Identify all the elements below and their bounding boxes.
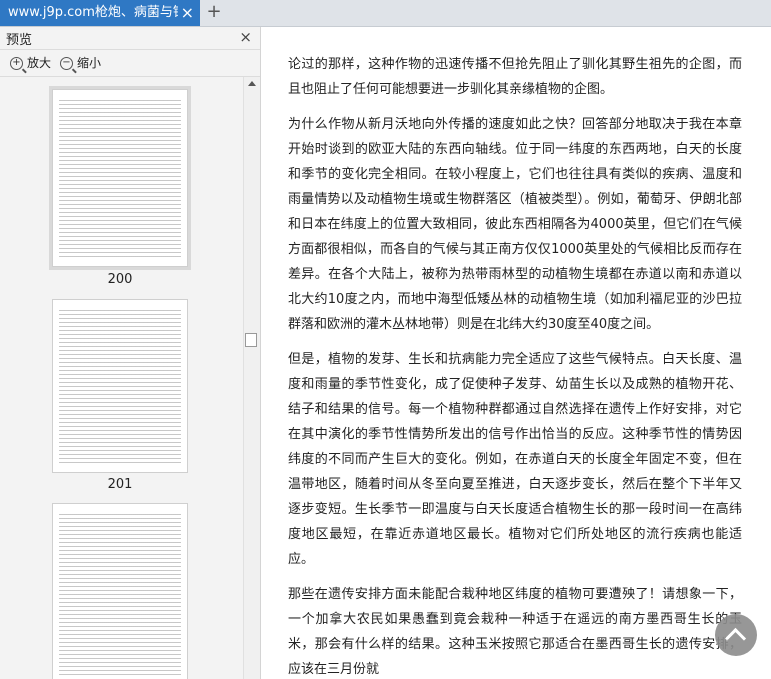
zoom-out-label: 缩小 [77, 56, 102, 70]
sidebar-close-button[interactable]: × [239, 28, 252, 46]
sidebar-header: 预览 × [0, 27, 260, 50]
new-tab-button[interactable]: + [205, 0, 223, 26]
paragraph: 为什么作物从新月沃地向外传播的速度如此之快？回答部分地取决于我在本章开始时谈到的… [288, 117, 742, 332]
zoom-out-icon: − [60, 57, 73, 70]
scroll-up-arrow-icon[interactable] [248, 81, 256, 86]
paragraph: 那些在遗传安排方面未能配合栽种地区纬度的植物可要遭殃了！请想象一下，一个加拿大农… [288, 587, 742, 677]
scroll-to-top-button[interactable] [715, 614, 757, 656]
sidebar-title: 预览 [6, 33, 33, 48]
tab-close-button[interactable]: × [181, 0, 194, 25]
zoom-out-button[interactable]: − 缩小 [60, 54, 101, 72]
page-thumbnail[interactable] [52, 299, 188, 473]
thumbnail-list: 200 201 [0, 77, 243, 679]
paragraph: 但是，植物的发芽、生长和抗病能力完全适应了这些气候特点。白天长度、温度和雨量的季… [288, 352, 742, 567]
page-text: 论过的那样，这种作物的迅速传播不但抢先阻止了驯化其野生祖先的企图，而且也阻止了任… [288, 52, 742, 679]
page-thumbnail[interactable] [49, 86, 191, 270]
tab-bar: www.j9p.com枪炮、病菌与钢铁 × + [0, 0, 771, 27]
zoom-in-button[interactable]: + 放大 [10, 54, 51, 72]
scrollbar-thumb[interactable] [245, 333, 257, 347]
zoom-in-icon: + [10, 57, 23, 70]
sidebar-scrollbar[interactable] [243, 77, 260, 679]
tab-title: www.j9p.com枪炮、病菌与钢铁 [8, 5, 178, 20]
zoom-in-label: 放大 [27, 56, 52, 70]
page-thumbnail-label: 201 [107, 477, 133, 492]
paragraph: 论过的那样，这种作物的迅速传播不但抢先阻止了驯化其野生祖先的企图，而且也阻止了任… [288, 57, 742, 97]
preview-sidebar: 预览 × + 放大 − 缩小 200 201 [0, 27, 261, 679]
sidebar-toolbar: + 放大 − 缩小 [0, 50, 260, 77]
page-thumbnail[interactable] [52, 503, 188, 679]
document-view: 论过的那样，这种作物的迅速传播不但抢先阻止了驯化其野生祖先的企图，而且也阻止了任… [261, 27, 771, 679]
page-thumbnail-label: 200 [107, 272, 133, 287]
document-tab[interactable]: www.j9p.com枪炮、病菌与钢铁 × [0, 0, 200, 26]
